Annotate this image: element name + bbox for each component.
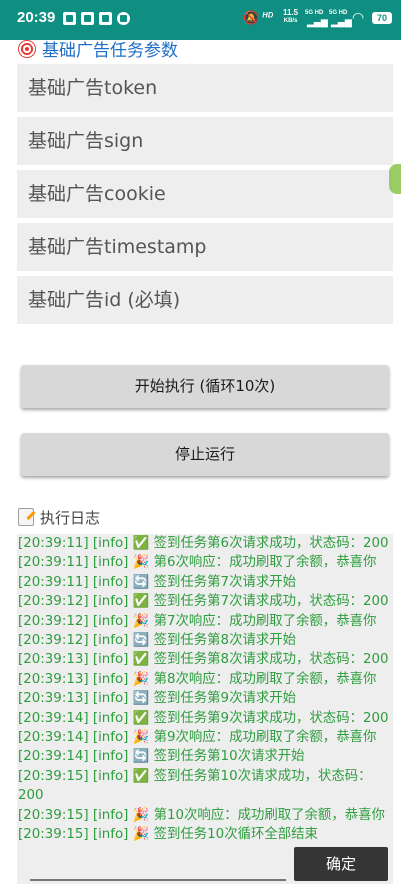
status-time: 20:39 [17, 9, 56, 26]
log-line: [20:39:15] [info] 🎉 第10次响应：成功刷取了余额，恭喜你 [18, 807, 385, 823]
net-speed-unit: KB/s [283, 18, 298, 24]
log-line: [20:39:13] [info] 🎉 第8次响应：成功刷取了余额，恭喜你 [18, 671, 377, 687]
signal-2-icon: ▂▄▆ [331, 18, 352, 28]
section-title: 基础广告任务参数 [18, 40, 178, 62]
token-input[interactable]: 基础广告token [17, 64, 393, 112]
log-line: [20:39:11] [info] 🎉 第6次响应：成功刷取了余额，恭喜你 [18, 555, 377, 571]
log-line: [20:39:12] [info] 🎉 第7次响应：成功刷取了余额，恭喜你 [18, 613, 377, 629]
wifi-icon: ◠ [352, 10, 365, 26]
mute-icon: 🔕 [243, 11, 260, 26]
log-line: [20:39:13] [info] ✅ 签到任务第8次请求成功，状态码：200 [18, 652, 389, 668]
log-line: [20:39:11] [info] 🔄 签到任务第7次请求开始 [18, 574, 297, 590]
status-bar: 20:39 🔕 ᴴᴰ 11.5 KB/s 5G HD ▂▄▆ 5G HD ▂▄▆… [0, 0, 401, 40]
signal-2-label: 5G HD [329, 10, 348, 16]
section-title-text: 基础广告任务参数 [42, 41, 178, 61]
log-line: [20:39:13] [info] 🔄 签到任务第9次请求开始 [18, 691, 297, 707]
log-title-text: 执行日志 [40, 509, 101, 527]
app-notification-icon [81, 12, 94, 25]
log-line: [20:39:14] [info] ✅ 签到任务第9次请求成功，状态码：200 [18, 710, 389, 726]
log-panel[interactable]: [20:39:11] [info] ✅ 签到任务第6次请求成功，状态码：200 … [17, 534, 393, 884]
log-line: [20:39:14] [info] 🔄 签到任务第10次请求开始 [18, 749, 305, 765]
id-input[interactable]: 基础广告id (必填) [17, 276, 393, 324]
timestamp-input[interactable]: 基础广告timestamp [17, 223, 393, 271]
cookie-input[interactable]: 基础广告cookie [17, 170, 393, 218]
log-line: [20:39:15] [info] ✅ 签到任务第10次请求成功，状态码：200 [18, 768, 372, 804]
net-speed-value: 11.5 [283, 8, 299, 17]
memo-icon [18, 508, 34, 526]
log-line: [20:39:14] [info] 🎉 第9次响应：成功刷取了余额，恭喜你 [18, 730, 377, 746]
sign-input[interactable]: 基础广告sign [17, 117, 393, 165]
net-speed: 11.5 KB/s [283, 9, 298, 25]
log-line: [20:39:15] [info] 🎉 签到任务10次循环全部结束 [18, 827, 318, 843]
gallery-notification-icon [63, 12, 76, 25]
stop-button[interactable]: 停止运行 [21, 433, 389, 476]
volte-icon: ᴴᴰ [262, 11, 274, 23]
message-notification-icon [99, 12, 112, 25]
target-icon [18, 40, 36, 58]
log-line: [20:39:12] [info] ✅ 签到任务第7次请求成功，状态码：200 [18, 594, 389, 610]
confirm-button[interactable]: 确定 [294, 847, 388, 881]
log-title: 执行日志 [18, 508, 100, 528]
floating-assistant-icon[interactable] [389, 164, 401, 194]
dialog-input-underline [30, 879, 286, 881]
start-button[interactable]: 开始执行 (循环10次) [21, 365, 389, 408]
log-line: [20:39:12] [info] 🔄 签到任务第8次请求开始 [18, 633, 297, 649]
signal-1-icon: ▂▄▆ [307, 18, 328, 28]
battery-indicator: 70 [372, 12, 392, 24]
signal-1-label: 5G HD [305, 10, 324, 16]
android-notification-icon [117, 12, 130, 25]
log-line: [20:39:11] [info] ✅ 签到任务第6次请求成功，状态码：200 [18, 536, 389, 551]
